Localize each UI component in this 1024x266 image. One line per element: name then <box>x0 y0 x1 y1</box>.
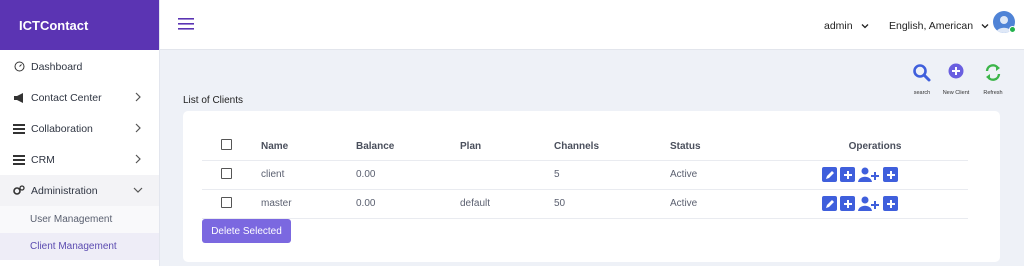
sidebar-item-label: Collaboration <box>31 122 93 135</box>
sidebar-item-crm[interactable]: CRM <box>0 144 159 175</box>
add-user-button[interactable] <box>858 167 880 182</box>
select-all-cell <box>202 133 261 161</box>
cell-channels: 50 <box>554 189 670 219</box>
sidebar-subitem-label: Client Management <box>30 241 117 252</box>
sidebar-item-administration[interactable]: Administration <box>0 175 159 206</box>
user-plus-icon <box>858 167 879 182</box>
add-button[interactable] <box>883 167 898 182</box>
plus-icon <box>843 199 852 208</box>
cell-plan <box>460 160 554 190</box>
add-button[interactable] <box>883 196 898 211</box>
add-user-button[interactable] <box>858 196 880 211</box>
chevron-down-icon <box>981 24 989 29</box>
search-label: search <box>913 90 931 96</box>
clients-table: Name Balance Plan Channels Status Operat… <box>202 133 968 219</box>
edit-button[interactable] <box>822 167 837 182</box>
chevron-right-icon <box>135 123 141 133</box>
column-header-balance[interactable]: Balance <box>356 133 460 161</box>
sidebar-item-label: Administration <box>31 184 98 197</box>
plus-icon <box>886 170 895 179</box>
cell-status: Active <box>670 189 782 219</box>
brand-title: ICTContact <box>0 0 159 50</box>
language-value: English, American <box>889 20 974 32</box>
delete-selected-button[interactable]: Delete Selected <box>202 219 291 243</box>
cell-status: Active <box>670 160 782 190</box>
sidebar-item-label: Contact Center <box>31 91 102 104</box>
column-header-plan[interactable]: Plan <box>460 133 554 161</box>
cell-name: master <box>261 189 356 219</box>
add-circle-icon <box>948 63 964 79</box>
cell-channels: 5 <box>554 160 670 190</box>
refresh-icon <box>985 64 1001 81</box>
table-row[interactable]: client 0.00 5 Active <box>202 160 968 190</box>
chevron-down-icon <box>133 187 143 193</box>
list-icon <box>12 123 26 135</box>
page-title: List of Clients <box>183 95 244 106</box>
plus-icon <box>886 199 895 208</box>
sidebar-item-label: CRM <box>31 153 55 166</box>
user-plus-icon <box>858 196 879 211</box>
top-bar: admin English, American <box>160 0 1024 50</box>
cell-plan: default <box>460 189 554 219</box>
pencil-icon <box>825 170 834 179</box>
search-icon <box>913 64 931 82</box>
sidebar: ICTContact Dashboard Contact Center Coll… <box>0 0 160 266</box>
add-button[interactable] <box>840 167 855 182</box>
chevron-right-icon <box>135 154 141 164</box>
row-checkbox[interactable] <box>221 167 232 179</box>
user-dropdown[interactable]: admin <box>824 20 869 32</box>
cell-balance: 0.00 <box>356 189 460 219</box>
select-all-checkbox[interactable] <box>221 139 232 151</box>
chevron-down-icon <box>861 24 869 29</box>
table-row[interactable]: master 0.00 default 50 Active <box>202 189 968 219</box>
sidebar-subitem-client-management[interactable]: Client Management <box>0 233 159 260</box>
user-name: admin <box>824 20 853 32</box>
add-button[interactable] <box>840 196 855 211</box>
cell-name: client <box>261 160 356 190</box>
megaphone-icon <box>12 92 26 104</box>
search-button[interactable]: search <box>904 63 940 96</box>
plus-icon <box>843 170 852 179</box>
row-select-cell <box>202 160 261 190</box>
edit-button[interactable] <box>822 196 837 211</box>
refresh-button[interactable]: Refresh <box>975 63 1011 96</box>
sidebar-item-contact-center[interactable]: Contact Center <box>0 82 159 113</box>
hamburger-menu-icon[interactable] <box>178 17 194 31</box>
row-checkbox[interactable] <box>221 196 232 208</box>
online-status-dot <box>1009 26 1016 33</box>
table-header-row: Name Balance Plan Channels Status Operat… <box>202 133 968 161</box>
pencil-icon <box>825 199 834 208</box>
refresh-label: Refresh <box>983 90 1003 96</box>
column-header-channels[interactable]: Channels <box>554 133 670 161</box>
column-header-name[interactable]: Name <box>261 133 356 161</box>
new-client-label: New Client <box>942 90 970 96</box>
cell-balance: 0.00 <box>356 160 460 190</box>
sidebar-item-dashboard[interactable]: Dashboard <box>0 51 159 82</box>
list-icon <box>12 154 26 166</box>
sidebar-item-collaboration[interactable]: Collaboration <box>0 113 159 144</box>
new-client-button[interactable]: New Client <box>938 63 974 96</box>
language-dropdown[interactable]: English, American <box>889 20 989 32</box>
cell-operations <box>782 189 968 219</box>
sidebar-subitem-user-management[interactable]: User Management <box>0 206 159 233</box>
cogs-icon <box>12 185 26 197</box>
clients-card: Name Balance Plan Channels Status Operat… <box>183 111 1000 262</box>
column-header-status[interactable]: Status <box>670 133 782 161</box>
column-header-operations: Operations <box>782 133 968 161</box>
chevron-right-icon <box>135 92 141 102</box>
row-select-cell <box>202 189 261 219</box>
sidebar-subitem-label: User Management <box>30 214 113 225</box>
dashboard-gauge-icon <box>12 61 26 73</box>
sidebar-item-label: Dashboard <box>31 60 83 73</box>
cell-operations <box>782 160 968 190</box>
